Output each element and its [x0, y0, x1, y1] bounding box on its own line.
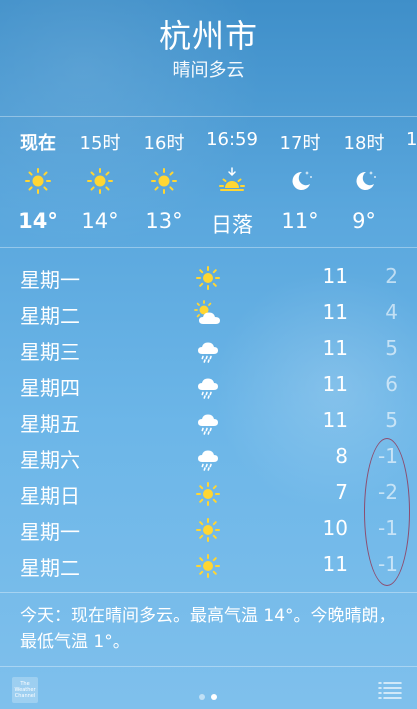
- day-row: 星期二 11 -1: [0, 548, 417, 584]
- day-name: 星期四: [20, 376, 80, 400]
- day-low: 5: [385, 408, 398, 432]
- sun-icon: [25, 168, 51, 194]
- hourly-forecast[interactable]: 现在 14° 15时 14° 16时 13° 16:59 日落 17时 11° …: [0, 116, 417, 248]
- weather-channel-logo[interactable]: The Weather Channel: [12, 677, 38, 703]
- day-row: 星期一 10 -1: [0, 512, 417, 548]
- hour-item: 17时 11°: [268, 117, 332, 249]
- day-low: 4: [385, 300, 398, 324]
- day-row: 星期五 11 5: [0, 404, 417, 440]
- day-name: 星期日: [20, 484, 80, 508]
- rain-cloud-icon: [198, 342, 218, 363]
- hour-time: 1: [406, 129, 417, 150]
- sun-icon: [196, 482, 220, 506]
- hour-time: 15时: [79, 133, 121, 154]
- sunset-icon: [219, 167, 245, 191]
- current-condition: 晴间多云: [172, 60, 245, 81]
- day-row: 星期日 7 -2: [0, 476, 417, 512]
- sun-icon: [196, 554, 220, 578]
- day-low: -1: [378, 444, 398, 468]
- hour-item: 16:59 日落: [200, 117, 264, 249]
- hour-time: 16时: [143, 133, 185, 154]
- sun-icon: [151, 168, 177, 194]
- day-name: 星期二: [20, 304, 80, 328]
- rain-cloud-icon: [198, 414, 218, 435]
- day-low: 2: [385, 264, 398, 288]
- hour-time: 18时: [343, 133, 385, 154]
- day-name: 星期一: [20, 520, 80, 544]
- partly-cloudy-icon: [194, 300, 220, 324]
- day-low: -2: [378, 480, 398, 504]
- sun-icon: [87, 168, 113, 194]
- day-low: -1: [378, 552, 398, 576]
- rain-cloud-icon: [198, 450, 218, 471]
- page-indicator[interactable]: [196, 685, 220, 704]
- sun-icon: [196, 266, 220, 290]
- hour-temp: 日落: [211, 213, 253, 237]
- rain-cloud-icon: [198, 378, 218, 399]
- day-row: 星期六 8 -1: [0, 440, 417, 476]
- day-row: 星期四 11 6: [0, 368, 417, 404]
- city-list-icon[interactable]: [378, 680, 402, 700]
- city-name: 杭州市: [158, 17, 258, 55]
- hour-time: 16:59: [206, 129, 258, 150]
- hour-item: 16时 13°: [132, 117, 196, 249]
- day-name: 星期二: [20, 556, 80, 580]
- day-name: 星期五: [20, 412, 80, 436]
- bottom-toolbar: The Weather Channel: [0, 666, 417, 709]
- hour-item: 1: [398, 117, 417, 249]
- hour-item: 18时 9°: [332, 117, 396, 249]
- hour-item: 15时 14°: [68, 117, 132, 249]
- hour-item: 现在 14°: [6, 117, 70, 249]
- day-low: -1: [378, 516, 398, 540]
- hour-temp: 11°: [281, 209, 319, 233]
- page-dot: [199, 694, 205, 700]
- hour-temp: 14°: [18, 209, 58, 233]
- day-row: 星期二 11 4: [0, 296, 417, 332]
- day-row: 星期三 11 5: [0, 332, 417, 368]
- day-row: 星期一 11 2: [0, 260, 417, 296]
- hour-time: 现在: [20, 133, 56, 154]
- page-dot-active: [211, 694, 217, 700]
- hour-temp: 14°: [81, 209, 119, 233]
- moon-icon: [356, 171, 376, 190]
- sun-icon: [196, 518, 220, 542]
- hour-time: 17时: [279, 133, 321, 154]
- day-name: 星期六: [20, 448, 80, 472]
- location-header: 杭州市 晴间多云: [0, 14, 417, 84]
- day-low: 6: [385, 372, 398, 396]
- today-summary: 今天：现在晴间多云。最高气温 14°。今晚晴朗，最低气温 1°。: [0, 592, 417, 655]
- hour-temp: 9°: [352, 209, 376, 233]
- hour-temp: 13°: [145, 209, 183, 233]
- day-low: 5: [385, 336, 398, 360]
- moon-icon: [292, 171, 312, 190]
- day-name: 星期三: [20, 340, 80, 364]
- day-name: 星期一: [20, 268, 80, 292]
